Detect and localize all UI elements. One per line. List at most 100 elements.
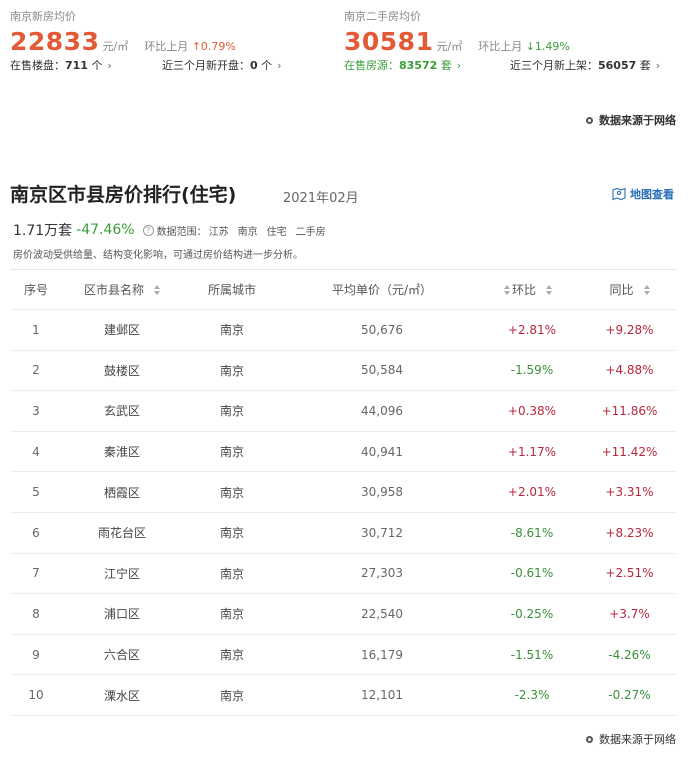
col-price[interactable]: 平均单价（元/㎡） [282,281,510,298]
row-mom: +2.81% [507,322,557,337]
col-mom[interactable]: 环比 [482,281,582,298]
row-yoy: -4.26% [608,647,651,662]
col-name[interactable]: 区市县名称 [62,281,182,298]
row-yoy: +3.31% [605,485,654,500]
new-home-mom: 环比上月 ↑0.79% [144,38,236,54]
map-view-link[interactable]: 地图查看 [612,186,674,202]
new-home-mom-label: 环比上月 [144,40,189,53]
second-hand-price-row: 30581 元/㎡ 环比上月 ↓1.49% [344,28,570,56]
arrow-up-icon: ↑ [191,40,201,53]
table-row[interactable]: 9 六合区 南京 16,179 -1.51% -4.26% [10,635,677,676]
data-source-text: 数据来源于网络 [599,114,676,127]
ranking-date: 2021年02月 [283,191,359,206]
row-price: 40,941 [361,444,403,459]
on-sale-label: 在售房源： [344,59,399,72]
row-mom: -2.3% [514,688,550,703]
second-hand-mom: 环比上月 ↓1.49% [478,38,570,54]
table-row[interactable]: 7 江宁区 南京 27,303 -0.61% +2.51% [10,554,677,595]
col-price-label: 平均单价（元/㎡） [331,283,433,297]
row-yoy: +11.42% [601,444,658,459]
table-row[interactable]: 4 秦淮区 南京 40,941 +1.17% +11.42% [10,432,677,473]
table-header: 序号 区市县名称 所属城市 平均单价（元/㎡） 环比 同比 [10,270,677,310]
scope-market: 二手房 [295,226,326,238]
new-home-price: 22833 [10,27,100,56]
second-hand-price-unit: 元/㎡ [436,40,463,53]
row-mom: +1.17% [507,444,557,459]
row-city: 南京 [219,485,244,500]
row-yoy: +3.7% [609,606,650,621]
row-yoy: +11.86% [601,403,658,418]
row-no: 8 [32,606,40,621]
row-price: 30,958 [361,485,403,500]
row-mom: -1.59% [510,363,554,378]
sort-icon[interactable] [154,284,160,295]
chevron-right-icon: › [655,59,661,72]
source-dot-icon [586,735,593,743]
row-yoy: -0.27% [608,688,651,703]
scope-type: 住宅 [266,226,287,238]
row-no: 10 [28,688,44,703]
recent-value: 0 [250,59,258,72]
table-row[interactable]: 8 浦口区 南京 22,540 -0.25% +3.7% [10,594,677,635]
row-price: 22,540 [361,606,403,621]
row-mom: +2.01% [507,485,557,500]
row-yoy: +8.23% [605,525,654,540]
row-no: 7 [32,566,40,581]
scope-city: 南京 [237,226,258,238]
table-row[interactable]: 1 建邺区 南京 50,676 +2.81% +9.28% [10,310,677,351]
new-home-on-sale-link[interactable]: 在售楼盘：711 个 › [10,58,112,74]
sort-icon[interactable] [546,284,552,295]
row-no: 6 [32,525,40,540]
row-price: 44,096 [361,403,403,418]
table-row[interactable]: 5 栖霞区 南京 30,958 +2.01% +3.31% [10,472,677,513]
row-district: 溧水区 [103,688,140,703]
row-city: 南京 [219,607,244,622]
second-hand-on-sale-link[interactable]: 在售房源：83572 套 › [344,58,461,74]
row-district: 鼓楼区 [103,363,140,378]
row-city: 南京 [219,688,244,703]
chevron-right-icon: › [107,59,112,72]
table-row[interactable]: 2 鼓楼区 南京 50,584 -1.59% +4.88% [10,351,677,392]
new-home-recent-link[interactable]: 近三个月新开盘：0 个 › [162,58,282,74]
row-city: 南京 [219,648,244,663]
row-no: 2 [32,363,40,378]
row-city: 南京 [219,526,244,541]
second-hand-price: 30581 [344,27,434,56]
col-yoy[interactable]: 同比 [582,281,677,298]
ranking-note: 房价波动受供给量、结构变化影响，可通过房价结构进一步分析。 [13,250,303,261]
row-no: 5 [32,485,40,500]
row-district: 玄武区 [103,404,140,419]
on-sale-unit: 套 [440,59,452,72]
row-mom: +0.38% [507,403,557,418]
on-sale-label: 在售楼盘： [10,59,65,72]
new-home-price-row: 22833 元/㎡ 环比上月 ↑0.79% [10,28,236,56]
row-yoy: +4.88% [605,363,654,378]
row-city: 南京 [219,323,244,338]
new-home-stats: 南京新房均价 22833 元/㎡ 环比上月 ↑0.79% [10,10,236,56]
col-no: 序号 [23,283,48,297]
sort-icon[interactable] [643,284,650,295]
chevron-right-icon: › [277,59,282,72]
recent-unit: 个 [261,59,273,72]
table-row[interactable]: 6 雨花台区 南京 30,712 -8.61% +8.23% [10,513,677,554]
row-city: 南京 [219,566,244,581]
second-hand-mom-label: 环比上月 [478,40,523,53]
row-yoy: +2.51% [605,566,654,581]
col-name-label: 区市县名称 [83,283,144,297]
table-row[interactable]: 3 玄武区 南京 44,096 +0.38% +11.86% [10,391,677,432]
row-price: 50,676 [361,322,403,337]
help-icon[interactable]: ? [142,224,154,236]
data-source-text: 数据来源于网络 [599,733,676,746]
second-hand-recent-link[interactable]: 近三个月新上架：56057 套 › [510,58,660,74]
row-city: 南京 [219,445,244,460]
ranking-title: 南京区市县房价排行(住宅) [10,184,237,206]
second-hand-stats: 南京二手房均价 30581 元/㎡ 环比上月 ↓1.49% [344,10,570,56]
row-no: 3 [32,403,40,418]
table-row[interactable]: 10 溧水区 南京 12,101 -2.3% -0.27% [10,675,677,716]
listing-change: -47.46% [76,222,135,238]
row-no: 1 [32,322,40,337]
recent-label: 近三个月新上架： [510,59,598,72]
data-source-note: 数据来源于网络 [586,112,676,128]
second-hand-title: 南京二手房均价 [344,10,421,23]
row-mom: -0.61% [510,566,554,581]
